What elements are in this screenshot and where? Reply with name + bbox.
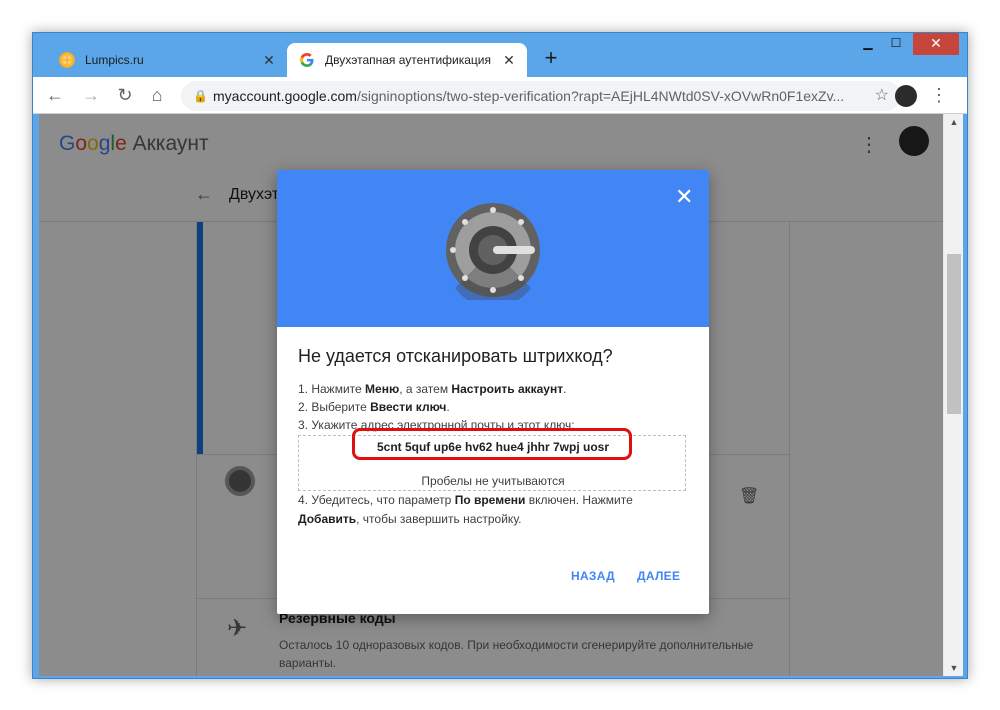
step-text: 2. Выберите bbox=[298, 400, 371, 414]
back-button[interactable]: НАЗАД bbox=[571, 569, 615, 583]
dialog-header bbox=[277, 170, 709, 327]
browser-toolbar: ← → ↻ ⌂ 🔒 myaccount.google.com/signinopt… bbox=[33, 77, 967, 114]
enter-key-label: Ввести ключ bbox=[370, 400, 447, 414]
instructions: 1. Нажмите Меню, а затем Настроить аккау… bbox=[298, 380, 690, 434]
step-text: , чтобы завершить настройку. bbox=[356, 512, 522, 526]
orange-slice-icon bbox=[59, 52, 75, 68]
url-path: /signinoptions/two-step-verification?rap… bbox=[356, 88, 845, 104]
highlight-annotation bbox=[352, 428, 632, 460]
maximize-button[interactable]: ☐ bbox=[883, 33, 909, 55]
spaces-hint: Пробелы не учитываются bbox=[421, 474, 565, 488]
tab-title: Lumpics.ru bbox=[85, 53, 144, 67]
setup-account-label: Настроить аккаунт bbox=[451, 382, 564, 396]
star-icon[interactable]: ☆ bbox=[875, 81, 889, 111]
menu-label: Меню bbox=[365, 382, 400, 396]
scroll-thumb[interactable] bbox=[947, 254, 961, 414]
url-host: myaccount.google.com bbox=[213, 88, 357, 104]
step-text: 1. Нажмите bbox=[298, 382, 366, 396]
forward-arrow-icon[interactable]: → bbox=[79, 83, 103, 107]
close-icon[interactable]: ✕ bbox=[261, 52, 277, 68]
next-button[interactable]: ДАЛЕЕ bbox=[637, 569, 680, 583]
tab-strip: Lumpics.ru ✕ Двухэтапная аутентификация … bbox=[33, 33, 967, 77]
google-g-icon bbox=[299, 52, 315, 68]
lock-icon: 🔒 bbox=[193, 89, 208, 103]
step-text: , а затем bbox=[399, 382, 452, 396]
reload-icon[interactable]: ↻ bbox=[113, 83, 137, 107]
new-tab-button[interactable]: + bbox=[539, 47, 563, 71]
home-icon[interactable]: ⌂ bbox=[145, 83, 169, 107]
tab-title: Двухэтапная аутентификация bbox=[325, 53, 492, 67]
google-authenticator-icon bbox=[446, 203, 540, 300]
step-4: 4. Убедитесь, что параметр По времени вк… bbox=[298, 491, 690, 529]
step-2: 2. Выберите Ввести ключ. bbox=[298, 398, 690, 416]
cant-scan-dialog: ✕ Не удается отсканировать штрихкод? 1. … bbox=[277, 170, 709, 614]
dialog-title: Не удается отсканировать штрихкод? bbox=[298, 346, 613, 366]
step-1: 1. Нажмите Меню, а затем Настроить аккау… bbox=[298, 380, 690, 398]
step-text: включен. Нажмите bbox=[525, 493, 633, 507]
add-label: Добавить bbox=[298, 512, 357, 526]
scrollbar[interactable]: ▲ ▼ bbox=[943, 114, 963, 676]
scroll-up-icon[interactable]: ▲ bbox=[944, 114, 964, 130]
step-text: . bbox=[446, 400, 450, 414]
scroll-down-icon[interactable]: ▼ bbox=[944, 660, 964, 676]
browser-window: Lumpics.ru ✕ Двухэтапная аутентификация … bbox=[32, 32, 968, 679]
profile-avatar[interactable] bbox=[895, 85, 917, 107]
step-text: . bbox=[563, 382, 567, 396]
more-vert-icon[interactable]: ⋮ bbox=[929, 83, 949, 107]
close-icon[interactable]: ✕ bbox=[501, 52, 517, 68]
time-based-label: По времени bbox=[454, 493, 526, 507]
tab-two-step[interactable]: Двухэтапная аутентификация ✕ bbox=[287, 43, 527, 77]
back-arrow-icon[interactable]: ← bbox=[43, 83, 67, 107]
close-icon[interactable]: ✕ bbox=[675, 184, 693, 210]
step-text: 4. Убедитесь, что параметр bbox=[298, 493, 455, 507]
close-window-button[interactable]: ✕ bbox=[913, 33, 959, 55]
minimize-button[interactable]: ▁ bbox=[855, 33, 881, 55]
address-bar[interactable]: 🔒 myaccount.google.com/signinoptions/two… bbox=[181, 81, 901, 111]
tab-lumpics[interactable]: Lumpics.ru ✕ bbox=[47, 43, 287, 77]
